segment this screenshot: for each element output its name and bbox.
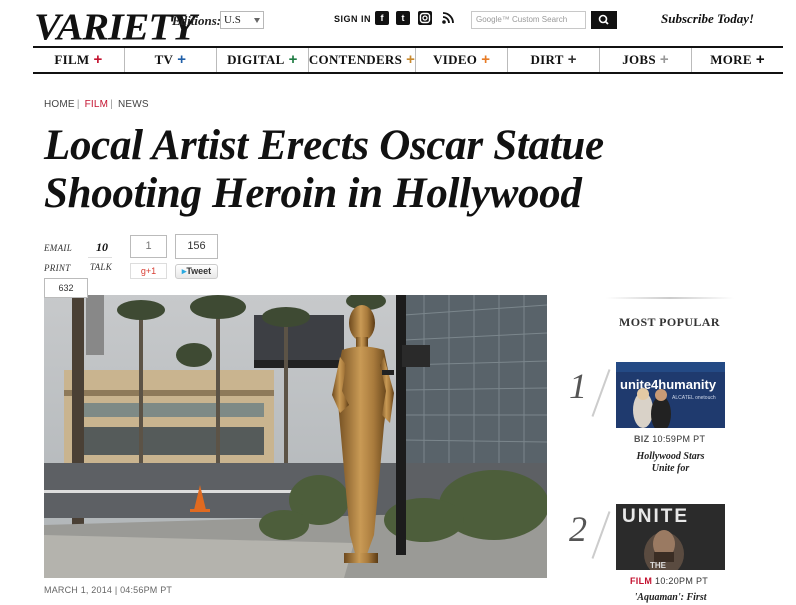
most-popular-divider	[606, 297, 734, 299]
chevron-down-icon	[254, 18, 260, 23]
plus-icon: +	[406, 51, 416, 68]
popular-item-2-title[interactable]: 'Aquaman': First	[616, 592, 725, 604]
search-input[interactable]: Google™ Custom Search	[471, 11, 586, 29]
popular-item-1-title[interactable]: Hollywood Stars Unite for	[616, 451, 725, 475]
article-photo	[44, 295, 547, 578]
search-icon	[598, 14, 609, 25]
plus-icon: +	[755, 51, 765, 68]
popular-thumb-2[interactable]: UNITE THE	[616, 504, 725, 570]
plus-icon: +	[567, 51, 577, 68]
tweet-button[interactable]: ▸Tweet	[175, 264, 218, 279]
nav-item-film[interactable]: FILM +	[33, 48, 125, 72]
popular-item-2-time: 10:20PM PT	[655, 576, 709, 586]
plus-icon: +	[481, 51, 491, 68]
instagram-icon[interactable]	[418, 11, 432, 25]
print-link[interactable]: PRINT	[44, 263, 71, 273]
plus-icon: +	[659, 51, 669, 68]
popular-item-1-time: 10:59PM PT	[652, 434, 706, 444]
article-headline: Local Artist Erects Oscar Statue Shootin…	[44, 122, 604, 217]
rss-icon[interactable]	[441, 11, 455, 25]
nav-item-jobs[interactable]: JOBS +	[600, 48, 693, 72]
talk-link[interactable]: TALK	[90, 262, 112, 272]
popular-item-2-meta: FILM 10:20PM PT	[630, 576, 708, 586]
sign-in-link[interactable]: SIGN IN	[334, 14, 371, 24]
nav-item-contenders[interactable]: CONTENDERS +	[309, 48, 417, 72]
popular-item-2-category: FILM	[630, 576, 653, 586]
popular-rank-1: 1	[569, 366, 587, 406]
popular-thumb-1[interactable]: unite4humanity ALCATEL onetouch	[616, 362, 725, 428]
nav-item-dirt[interactable]: DIRT +	[508, 48, 601, 72]
popular-thumb-2-text: UNITE	[622, 506, 689, 527]
email-share-link[interactable]: EMAIL	[44, 243, 72, 253]
nav-item-more[interactable]: MORE +	[692, 48, 783, 72]
talk-count: 10	[96, 240, 108, 254]
plus-icon: +	[288, 51, 298, 68]
popular-thumb-2-subtext: THE	[650, 561, 667, 570]
search-button[interactable]	[591, 11, 617, 29]
nav-item-video[interactable]: VIDEO +	[416, 48, 509, 72]
twitter-icon[interactable]: t	[396, 11, 410, 25]
popular-thumb-1-subtext: ALCATEL onetouch	[672, 395, 716, 401]
article-dateline: MARCH 1, 2014 | 04:56PM PT	[44, 585, 173, 595]
gplus-count: 1	[130, 235, 167, 258]
most-popular-title: MOST POPULAR	[619, 315, 720, 329]
facebook-icon[interactable]: f	[375, 11, 389, 25]
editions-label: Editions:	[172, 13, 222, 28]
edition-value: U.S	[224, 14, 241, 26]
edition-select[interactable]: U.S	[220, 11, 264, 29]
popular-rank-2: 2	[569, 509, 587, 549]
gplus-button[interactable]: g+1	[130, 263, 167, 279]
tweet-count: 156	[175, 234, 218, 259]
plus-icon: +	[177, 51, 187, 68]
popular-item-1-category: BIZ	[634, 434, 650, 444]
nav-item-digital[interactable]: DIGITAL +	[217, 48, 309, 72]
variety-logo[interactable]: VARIETY	[34, 4, 196, 49]
breadcrumb-news[interactable]: NEWS	[118, 99, 149, 110]
nav-item-tv[interactable]: TV +	[125, 48, 217, 72]
plus-icon: +	[93, 51, 103, 68]
breadcrumb-film[interactable]: FILM	[85, 99, 109, 110]
main-nav: FILM + TV + DIGITAL + CONTENDERS + VIDEO + DI…	[33, 46, 783, 74]
subscribe-link[interactable]: Subscribe Today!	[661, 11, 754, 27]
breadcrumb-home[interactable]: HOME	[44, 99, 75, 110]
popular-thumb-1-text: unite4humanity	[620, 377, 717, 392]
breadcrumb: HOME | FILM | NEWS	[44, 99, 149, 110]
facebook-share-count[interactable]: 632	[44, 278, 88, 298]
popular-item-1-meta: BIZ 10:59PM PT	[634, 434, 705, 444]
